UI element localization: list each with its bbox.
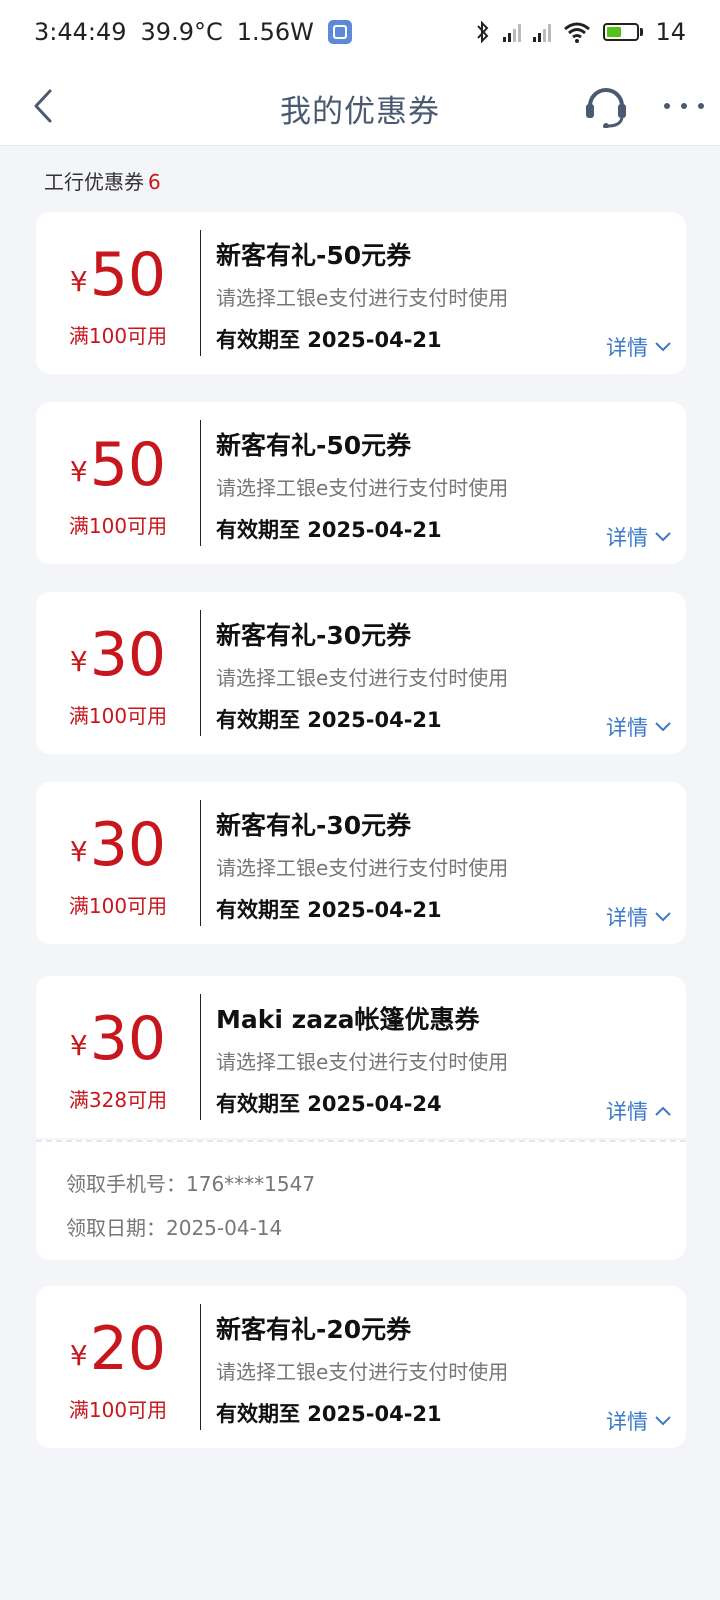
coupon-condition: 满100可用	[68, 704, 168, 728]
coupon-description: 请选择工银e支付进行支付时使用	[216, 856, 509, 880]
coupon-title: 新客有礼-30元券	[216, 621, 412, 650]
coupon-divider	[200, 994, 201, 1120]
coupon-amount: ¥30	[69, 620, 167, 690]
coupon-card[interactable]: ¥30 满328可用 Maki zaza帐篷优惠券 请选择工银e支付进行支付时使…	[36, 976, 686, 1138]
wifi-icon	[564, 22, 591, 43]
headset-icon	[586, 88, 626, 129]
coupon-title: 新客有礼-50元券	[216, 241, 412, 270]
coupon-description: 请选择工银e支付进行支付时使用	[216, 476, 509, 500]
coupon-description: 请选择工银e支付进行支付时使用	[216, 666, 509, 690]
section-label: 工行优惠券 6	[44, 166, 161, 195]
coupon-title: 新客有礼-30元券	[216, 811, 412, 840]
coupon-card[interactable]: ¥20 满100可用 新客有礼-20元券 请选择工银e支付进行支付时使用 有效期…	[36, 1286, 686, 1448]
chevron-up-icon	[655, 1106, 671, 1116]
coupon-condition: 满100可用	[68, 894, 168, 918]
coupon-amount: ¥30	[69, 1004, 167, 1074]
signal-2-icon	[533, 22, 552, 42]
coupon-card[interactable]: ¥30 满100可用 新客有礼-30元券 请选择工银e支付进行支付时使用 有效期…	[36, 782, 686, 944]
coupon-expiry: 有效期至 2025-04-21	[216, 328, 442, 352]
customer-service-button[interactable]	[582, 80, 630, 129]
nav-header: 我的优惠券	[0, 64, 720, 146]
status-right: 14	[475, 18, 686, 46]
coupon-condition: 满328可用	[68, 1088, 168, 1112]
coupon-expiry: 有效期至 2025-04-21	[216, 518, 442, 542]
coupon-detail-panel: 领取手机号：176****1547 领取日期：2025-04-14	[36, 1140, 686, 1260]
status-time: 3:44:49	[34, 18, 127, 46]
battery-icon	[603, 23, 644, 41]
coupon-count: 6	[148, 170, 161, 194]
dot-icon	[698, 103, 704, 109]
chevron-down-icon	[655, 1416, 671, 1426]
coupon-amount: ¥50	[69, 430, 167, 500]
coupon-condition: 满100可用	[68, 1398, 168, 1422]
coupon-detail-toggle[interactable]: 详情	[606, 1406, 672, 1436]
claim-phone: 领取手机号：176****1547	[66, 1172, 316, 1196]
coupon-detail-toggle[interactable]: 详情	[606, 1096, 672, 1126]
section-label-text: 工行优惠券	[44, 170, 144, 194]
coupon-detail-toggle[interactable]: 详情	[606, 712, 672, 742]
coupon-description: 请选择工银e支付进行支付时使用	[216, 1050, 509, 1074]
coupon-expiry: 有效期至 2025-04-21	[216, 1402, 442, 1426]
coupon-title: 新客有礼-20元券	[216, 1315, 412, 1344]
coupon-detail-toggle[interactable]: 详情	[606, 902, 672, 932]
coupon-divider	[200, 610, 201, 736]
signal-1-icon	[503, 22, 522, 42]
chevron-down-icon	[655, 722, 671, 732]
status-temp: 39.9°C	[140, 18, 223, 46]
battery-level: 14	[655, 18, 686, 46]
coupon-condition: 满100可用	[68, 514, 168, 538]
coupon-condition: 满100可用	[68, 324, 168, 348]
coupon-description: 请选择工银e支付进行支付时使用	[216, 1360, 509, 1384]
coupon-expiry: 有效期至 2025-04-21	[216, 898, 442, 922]
coupon-expiry: 有效期至 2025-04-21	[216, 708, 442, 732]
status-bar: 3:44:49 39.9°C 1.56W 14	[0, 0, 720, 64]
app-badge-icon	[327, 20, 352, 44]
coupon-card[interactable]: ¥50 满100可用 新客有礼-50元券 请选择工银e支付进行支付时使用 有效期…	[36, 402, 686, 564]
coupon-detail-toggle[interactable]: 详情	[606, 522, 672, 552]
chevron-down-icon	[655, 342, 671, 352]
coupon-amount: ¥50	[69, 240, 167, 310]
more-options-button[interactable]	[664, 88, 704, 124]
coupon-card[interactable]: ¥30 满100可用 新客有礼-30元券 请选择工银e支付进行支付时使用 有效期…	[36, 592, 686, 754]
coupon-divider	[200, 420, 201, 546]
coupon-card[interactable]: ¥50 满100可用 新客有礼-50元券 请选择工银e支付进行支付时使用 有效期…	[36, 212, 686, 374]
chevron-down-icon	[655, 532, 671, 542]
coupon-expiry: 有效期至 2025-04-24	[216, 1092, 442, 1116]
coupon-divider	[200, 1304, 201, 1430]
chevron-down-icon	[655, 912, 671, 922]
claim-date: 领取日期：2025-04-14	[66, 1216, 283, 1240]
bluetooth-icon	[477, 20, 489, 44]
coupon-amount: ¥30	[69, 810, 167, 880]
status-power: 1.56W	[236, 18, 314, 46]
status-left: 3:44:49 39.9°C 1.56W	[34, 18, 352, 46]
coupon-title: 新客有礼-50元券	[216, 431, 412, 460]
dot-icon	[681, 103, 687, 109]
coupon-amount: ¥20	[69, 1314, 167, 1384]
coupon-divider	[200, 230, 201, 356]
dot-icon	[664, 103, 670, 109]
coupon-divider	[200, 800, 201, 926]
coupon-title: Maki zaza帐篷优惠券	[216, 1005, 480, 1034]
coupon-description: 请选择工银e支付进行支付时使用	[216, 286, 509, 310]
coupon-detail-toggle[interactable]: 详情	[606, 332, 672, 362]
